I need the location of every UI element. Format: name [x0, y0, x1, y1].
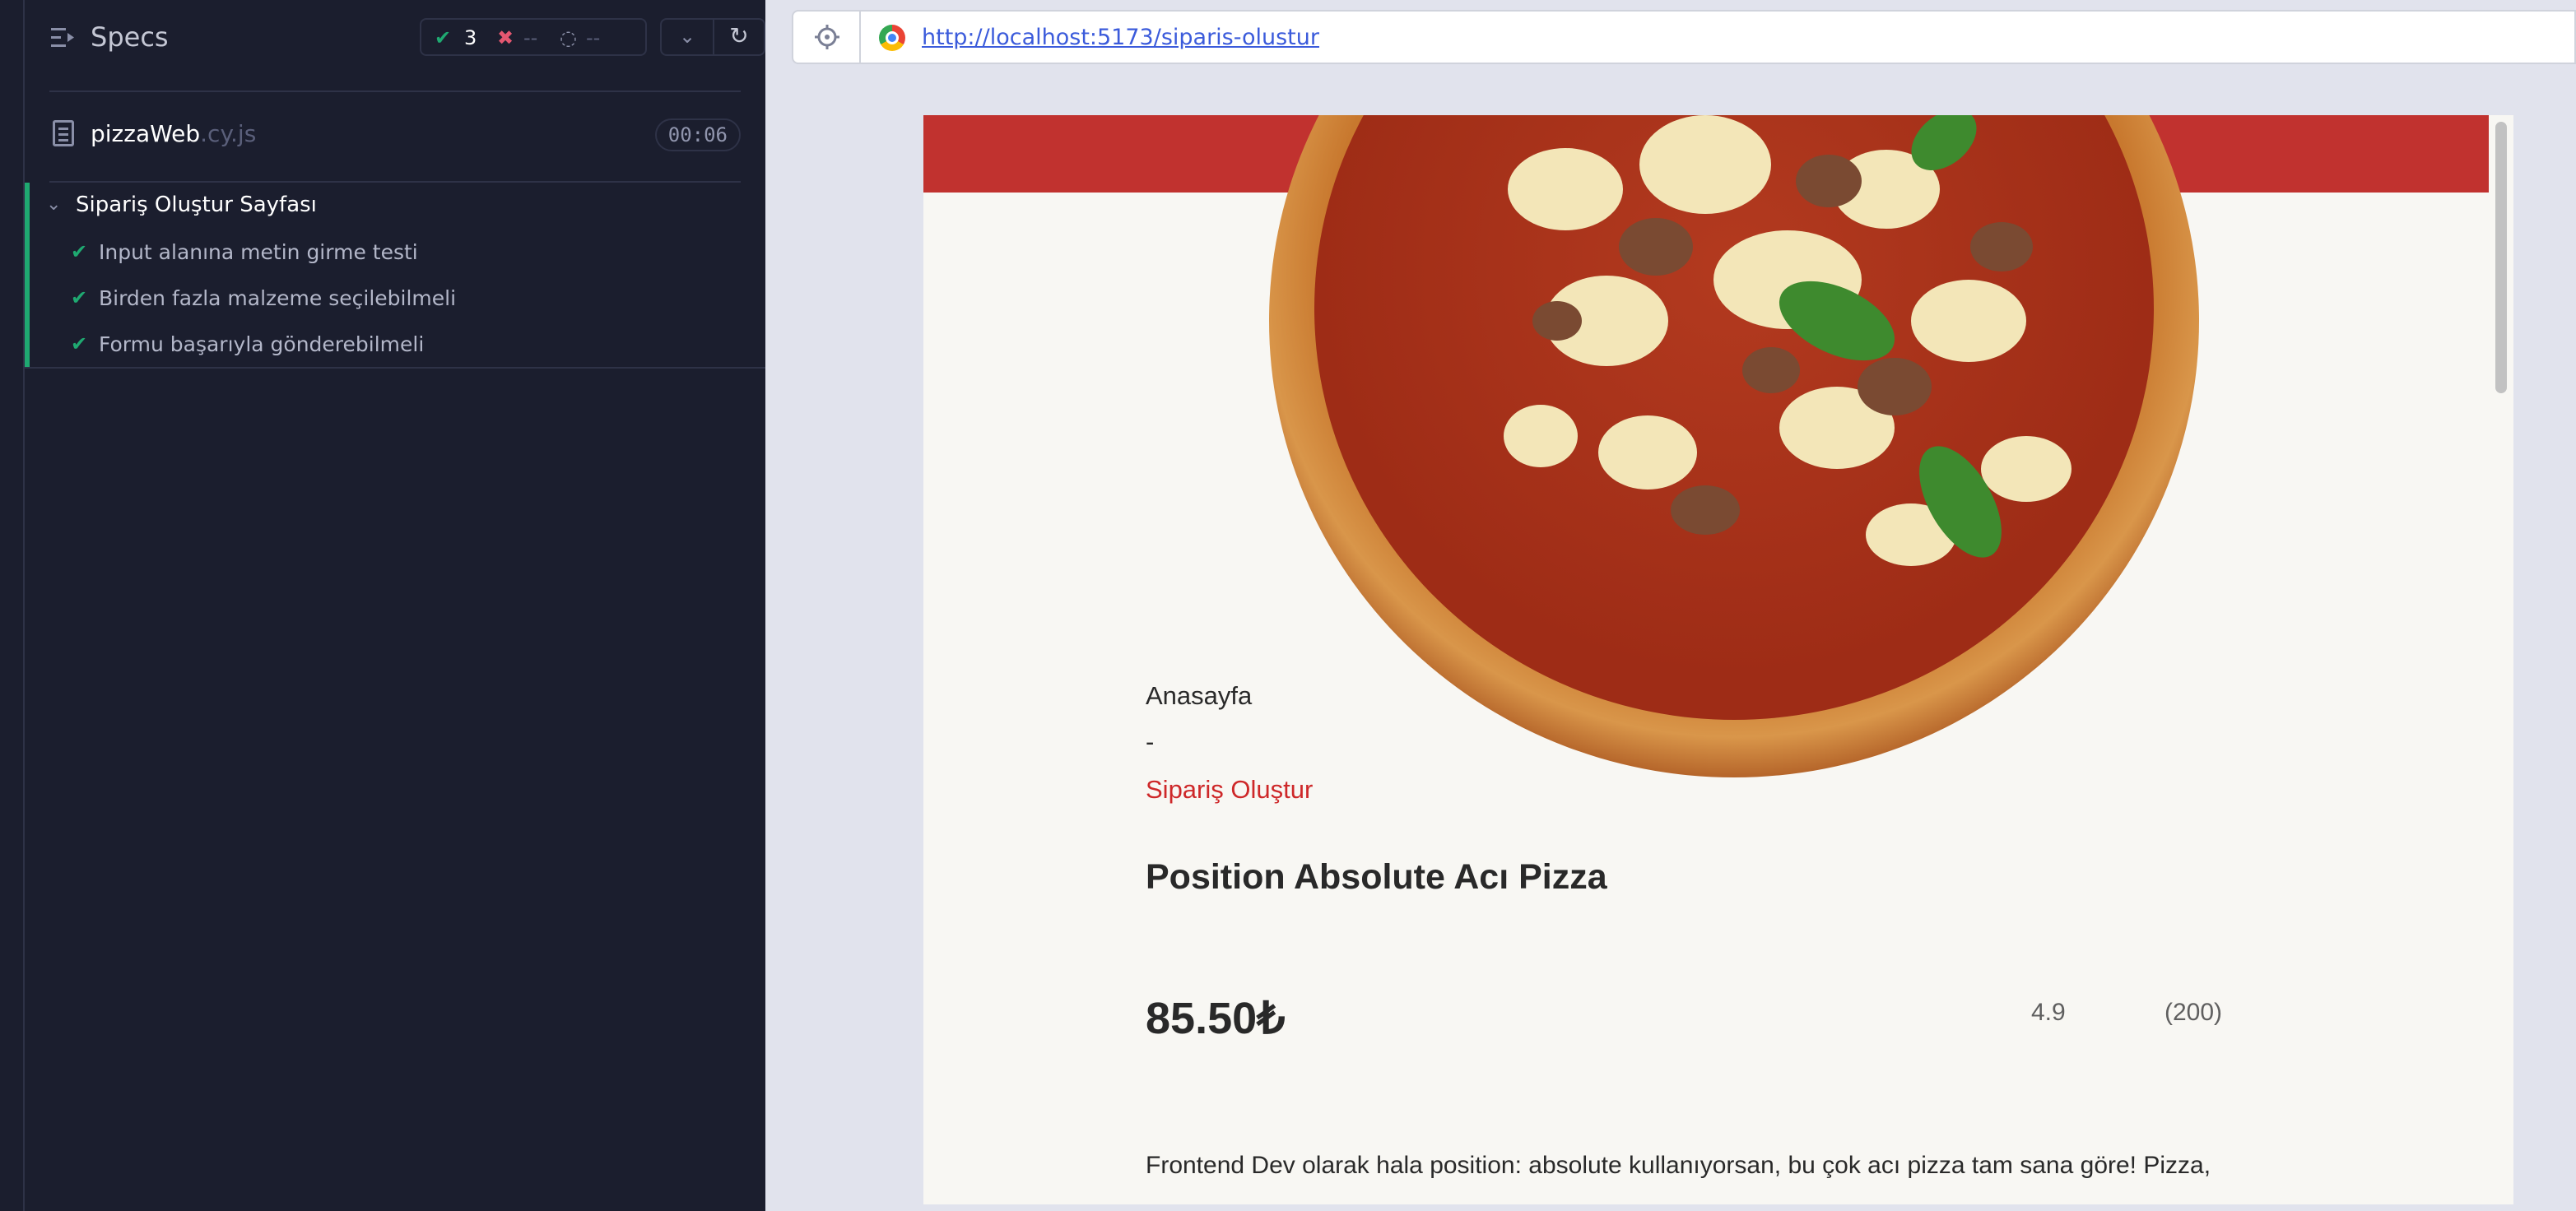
crosshair-icon	[815, 25, 839, 49]
app-preview-area: http://localhost:5173/siparis-olustur Te…	[765, 0, 2576, 1211]
collapse-all-button[interactable]: ⌄	[660, 18, 714, 56]
check-icon: ✔	[71, 240, 88, 263]
test-label: Formu başarıyla gönderebilmeli	[99, 332, 425, 356]
pending-count: --	[586, 26, 601, 49]
reporter-panel: Specs ✔ 3 ✖ -- ◌ -- ⌄ ↻ pizzaWeb.cy.js 0…	[0, 0, 765, 1211]
breadcrumb-current[interactable]: Sipariş Oluştur	[1146, 775, 1313, 805]
chrome-icon	[879, 25, 905, 51]
reload-icon: ↻	[729, 22, 749, 49]
product-rating: 4.9	[2031, 999, 2066, 1026]
failed-count: --	[523, 26, 538, 49]
specs-header: Specs ✔ 3 ✖ -- ◌ -- ⌄ ↻	[25, 0, 765, 90]
chevron-down-icon: ⌄	[678, 25, 696, 48]
chevron-down-icon[interactable]: ⌄	[46, 194, 61, 215]
selector-playground-button[interactable]	[793, 12, 861, 63]
product-description: Frontend Dev olarak hala position: absol…	[1146, 1152, 2211, 1179]
specs-icon[interactable]	[51, 26, 76, 49]
review-count: (200)	[2164, 999, 2223, 1026]
spec-duration-badge: 00:06	[654, 118, 741, 151]
check-icon: ✔	[71, 286, 88, 309]
test-stats: ✔ 3 ✖ -- ◌ --	[420, 18, 647, 56]
url-bar: http://localhost:5173/siparis-olustur	[792, 10, 2576, 64]
spec-file-name: pizzaWeb.cy.js	[91, 120, 256, 147]
specs-title: Specs	[91, 21, 169, 53]
spec-file-ext: .cy.js	[200, 120, 257, 147]
test-label: Birden fazla malzeme seçilebilmeli	[99, 286, 457, 310]
product-name: Position Absolute Acı Pizza	[1146, 857, 1607, 897]
page-viewport: Teknolojik Yemekler	[923, 115, 2489, 1204]
check-icon: ✔	[71, 332, 88, 355]
url-link[interactable]: http://localhost:5173/siparis-olustur	[922, 25, 1319, 50]
suite-status-bar	[25, 183, 30, 367]
breadcrumb-separator: -	[1146, 727, 1155, 756]
page-scrollbar[interactable]	[2489, 115, 2513, 1204]
product-price: 85.50₺	[1146, 994, 1286, 1043]
test-label: Input alanına metin girme testi	[99, 240, 418, 264]
pending-icon: ◌	[560, 26, 577, 49]
scrollbar-thumb[interactable]	[2495, 122, 2507, 393]
left-strip	[0, 0, 25, 1211]
spec-file-basename: pizzaWeb	[91, 120, 201, 147]
x-icon: ✖	[497, 26, 514, 49]
pizza-image	[1269, 115, 2199, 777]
file-icon	[53, 120, 74, 146]
passed-count: 3	[464, 26, 477, 49]
spec-file-row[interactable]: pizzaWeb.cy.js 00:06	[49, 92, 741, 181]
test-suite: ⌄ Sipariş Oluştur Sayfası ✔ Input alanın…	[25, 183, 765, 369]
suite-title[interactable]: Sipariş Oluştur Sayfası	[76, 193, 317, 217]
check-icon: ✔	[435, 26, 452, 49]
breadcrumb-home-link[interactable]: Anasayfa	[1146, 681, 1252, 711]
rerun-button[interactable]: ↻	[713, 18, 765, 56]
